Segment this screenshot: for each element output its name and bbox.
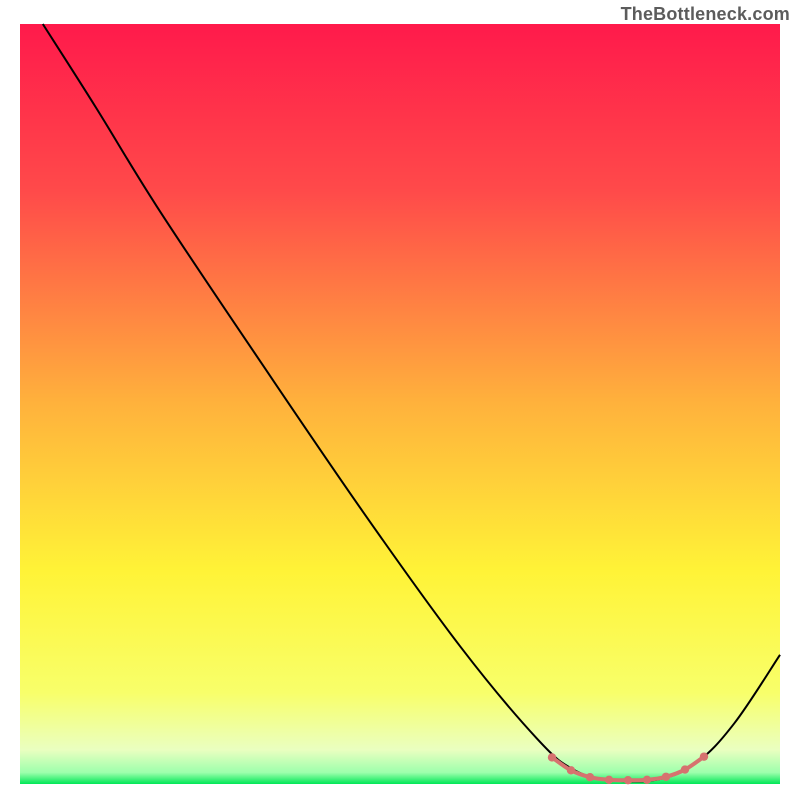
attribution-label: TheBottleneck.com [621, 4, 790, 25]
bottleneck-chart [0, 0, 800, 800]
plot-background [20, 24, 780, 784]
chart-container: TheBottleneck.com [0, 0, 800, 800]
